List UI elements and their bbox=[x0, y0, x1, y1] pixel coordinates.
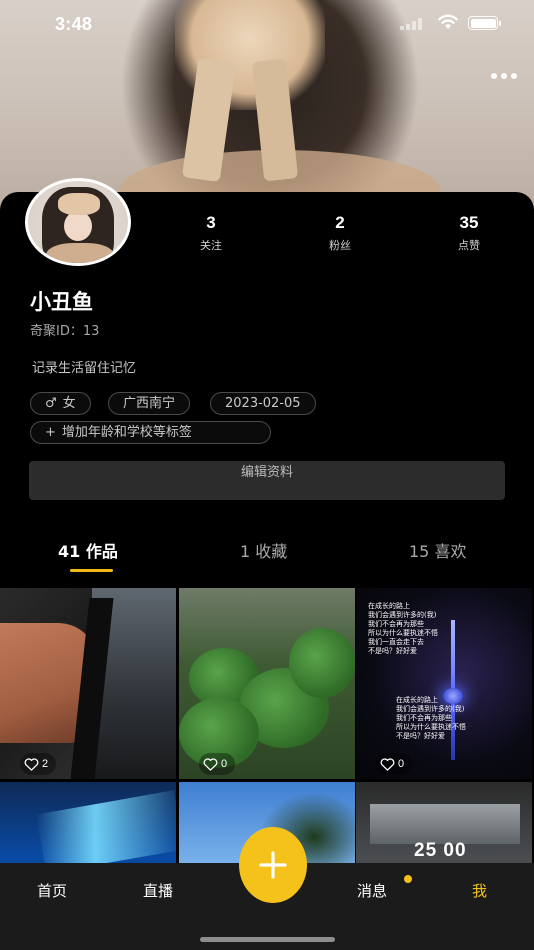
gender-icon: ♂ bbox=[45, 396, 57, 411]
cellular-signal-icon bbox=[400, 18, 422, 30]
post-thumbnail[interactable]: 0 bbox=[179, 588, 355, 779]
profile-name: 小丑鱼 bbox=[30, 290, 93, 314]
nav-live[interactable]: 直播 bbox=[143, 880, 173, 901]
tag-location[interactable]: 广西南宁 bbox=[108, 392, 191, 415]
plus-icon bbox=[259, 851, 287, 879]
wifi-icon bbox=[438, 14, 458, 29]
plus-icon: + bbox=[45, 425, 56, 440]
dot-icon bbox=[511, 73, 517, 79]
thumb-screen bbox=[370, 804, 520, 844]
stat-followers[interactable]: 2 粉丝 bbox=[300, 212, 380, 253]
tab-works[interactable]: 41 作品 bbox=[58, 538, 118, 562]
unread-dot bbox=[404, 875, 412, 883]
dot-icon bbox=[491, 73, 497, 79]
stat-likes[interactable]: 35 点赞 bbox=[429, 212, 509, 253]
stat-following[interactable]: 3 关注 bbox=[171, 212, 251, 253]
stat-value: 3 bbox=[206, 213, 216, 232]
stat-label: 关注 bbox=[200, 239, 222, 252]
edit-profile-button[interactable]: 编辑资料 bbox=[29, 461, 505, 500]
like-count: 0 bbox=[376, 753, 413, 775]
status-bar: 3:48 bbox=[0, 0, 534, 48]
battery-icon bbox=[468, 16, 501, 30]
add-tags-button[interactable]: + 增加年龄和学校等标签 bbox=[30, 421, 271, 444]
nav-home[interactable]: 首页 bbox=[37, 880, 67, 901]
tab-favorites[interactable]: 1 收藏 bbox=[240, 538, 287, 562]
dot-icon bbox=[501, 73, 507, 79]
stat-label: 点赞 bbox=[458, 239, 480, 252]
post-thumbnail[interactable]: 2 bbox=[0, 588, 176, 779]
nav-messages[interactable]: 消息 bbox=[357, 880, 387, 901]
profile-id: 奇聚ID：13 bbox=[30, 324, 100, 339]
like-count-value: 0 bbox=[398, 758, 405, 770]
like-count: 2 bbox=[20, 753, 57, 775]
thumb-stage-light bbox=[35, 790, 176, 874]
stat-value: 35 bbox=[459, 213, 479, 232]
create-post-button[interactable] bbox=[239, 827, 307, 903]
stat-label: 粉丝 bbox=[329, 239, 351, 252]
like-count-value: 2 bbox=[42, 758, 49, 770]
thumb-overlay-text: 在成长的路上 我们会遇到许多的(我) 我们不会再为那些 所以为什么要执迷不悟 不… bbox=[396, 696, 466, 740]
profile-bio: 记录生活留住记忆 bbox=[32, 361, 137, 376]
tab-likes[interactable]: 15 喜欢 bbox=[409, 538, 466, 562]
nav-me[interactable]: 我 bbox=[472, 880, 487, 901]
heart-outline-icon bbox=[203, 757, 218, 771]
thumb-overlay-text: 在成长的路上 我们会遇到许多的(我) 我们不会再为那些 所以为什么要执迷不悟 我… bbox=[368, 602, 438, 655]
thumb-clock-text: 25 00 bbox=[414, 840, 467, 861]
add-tags-label: 增加年龄和学校等标签 bbox=[61, 425, 192, 440]
more-options-button[interactable] bbox=[488, 66, 520, 86]
stat-value: 2 bbox=[335, 213, 345, 232]
status-time: 3:48 bbox=[55, 14, 93, 34]
heart-outline-icon bbox=[24, 757, 39, 771]
tag-date[interactable]: 2023-02-05 bbox=[210, 392, 316, 415]
home-indicator[interactable] bbox=[200, 937, 335, 942]
like-count: 0 bbox=[199, 753, 236, 775]
profile-stats: 3 关注 2 粉丝 35 点赞 bbox=[0, 212, 534, 262]
tag-gender-label: 女 bbox=[62, 396, 76, 411]
thumb-plant-leaf bbox=[289, 628, 355, 698]
post-thumbnail[interactable]: 在成长的路上 我们会遇到许多的(我) 我们不会再为那些 所以为什么要执迷不悟 我… bbox=[356, 588, 532, 779]
heart-outline-icon bbox=[380, 757, 395, 771]
tag-gender[interactable]: ♂ 女 bbox=[30, 392, 91, 415]
tab-active-indicator bbox=[70, 569, 113, 572]
like-count-value: 0 bbox=[221, 758, 228, 770]
